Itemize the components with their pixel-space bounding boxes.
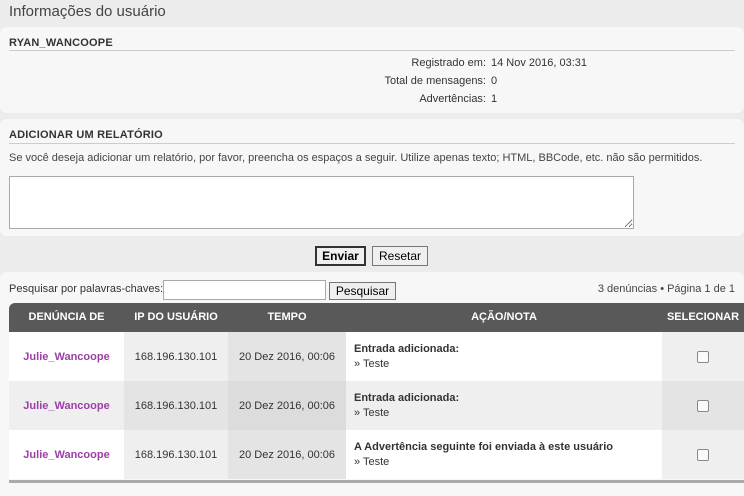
pagination-info: 3 denúncias • Página 1 de 1 [597, 283, 735, 295]
reporter-link[interactable]: Julie_Wancoope [9, 332, 124, 381]
select-cell [662, 430, 744, 479]
note-title: A Advertência seguinte foi enviada à est… [354, 441, 613, 453]
table-row: Julie_Wancoope 168.196.130.101 20 Dez 20… [9, 381, 744, 430]
column-header[interactable]: IP DO USUÁRIO [124, 303, 228, 332]
note-title: Entrada adicionada: [354, 343, 460, 355]
username-heading: RYAN_WANCOOPE [9, 37, 113, 49]
stat-value: 0 [491, 75, 498, 87]
search-button[interactable]: Pesquisar [329, 282, 396, 300]
user-ip: 168.196.130.101 [124, 381, 228, 430]
report-heading: ADICIONAR UM RELATÓRIO [9, 129, 163, 141]
divider [9, 143, 735, 144]
stat-posts: Total de mensagens: 0 [0, 75, 744, 89]
stat-registered: Registrado em: 14 Nov 2016, 03:31 [0, 57, 744, 71]
table-row: Julie_Wancoope 168.196.130.101 20 Dez 20… [9, 430, 744, 479]
select-checkbox[interactable] [697, 448, 709, 461]
column-header[interactable]: DENÚNCIA DE [9, 303, 124, 332]
reporter-link[interactable]: Julie_Wancoope [9, 430, 124, 479]
add-report-panel: ADICIONAR UM RELATÓRIO Se você deseja ad… [0, 119, 744, 236]
stat-label: Registrado em: [411, 57, 486, 69]
report-textarea[interactable] [9, 176, 634, 229]
user-ip: 168.196.130.101 [124, 332, 228, 381]
report-time: 20 Dez 2016, 00:06 [228, 430, 346, 479]
note-text: » Teste [354, 456, 390, 468]
column-header[interactable]: TEMPO [228, 303, 346, 332]
column-header[interactable]: AÇÃO/NOTA [346, 303, 662, 332]
stat-warnings: Advertências: 1 [0, 93, 744, 107]
select-cell [662, 381, 744, 430]
stat-label: Total de mensagens: [384, 75, 486, 87]
note-text: » Teste [354, 407, 390, 419]
stat-value: 1 [491, 93, 498, 105]
table-row: Julie_Wancoope 168.196.130.101 20 Dez 20… [9, 332, 744, 381]
action-note: Entrada adicionada: » Teste [346, 332, 662, 381]
user-info-panel: RYAN_WANCOOPE Registrado em: 14 Nov 2016… [0, 27, 744, 113]
select-checkbox[interactable] [697, 399, 709, 412]
stat-label: Advertências: [419, 93, 486, 105]
select-checkbox[interactable] [697, 350, 709, 363]
action-note: A Advertência seguinte foi enviada à est… [346, 430, 662, 479]
user-ip: 168.196.130.101 [124, 430, 228, 479]
report-description: Se você deseja adicionar um relatório, p… [9, 152, 703, 164]
submit-button[interactable]: Enviar [315, 246, 366, 266]
note-title: Entrada adicionada: [354, 392, 460, 404]
divider [9, 50, 735, 51]
stat-value: 14 Nov 2016, 03:31 [491, 57, 588, 69]
page-title: Informações do usuário [9, 3, 166, 20]
report-time: 20 Dez 2016, 00:06 [228, 332, 346, 381]
search-input[interactable] [163, 280, 326, 300]
table-footer-rule [9, 480, 744, 483]
table-header: DENÚNCIA DE IP DO USUÁRIO TEMPO AÇÃO/NOT… [9, 303, 744, 332]
reporter-link[interactable]: Julie_Wancoope [9, 381, 124, 430]
search-label: Pesquisar por palavras-chaves: [9, 283, 164, 295]
note-text: » Teste [354, 358, 390, 370]
report-time: 20 Dez 2016, 00:06 [228, 381, 346, 430]
reset-button[interactable]: Resetar [372, 246, 428, 266]
action-note: Entrada adicionada: » Teste [346, 381, 662, 430]
column-header[interactable]: SELECIONAR [662, 303, 744, 332]
select-cell [662, 332, 744, 381]
